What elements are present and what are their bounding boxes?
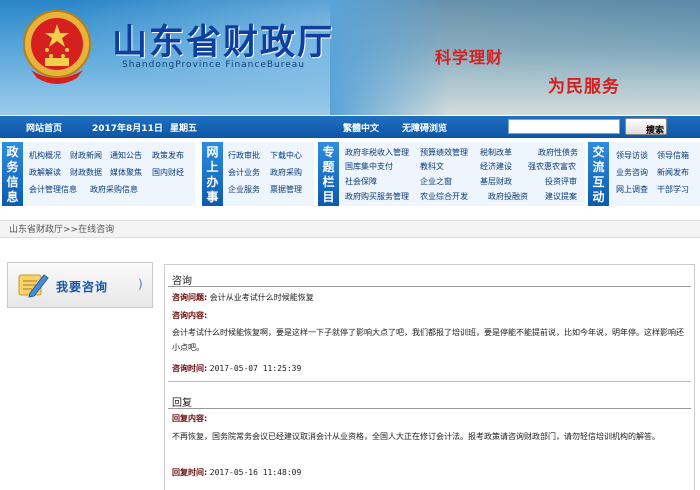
reply-time: 2017-05-16 11:48:09 (209, 468, 302, 477)
consult-pencil-icon (18, 274, 49, 298)
question-row: 咨询问题: 会计从业考试什么时候能恢复 (172, 292, 314, 303)
menu-item[interactable]: 会计管理信息 (29, 184, 77, 195)
question-text: 会计从业考试什么时候能恢复 (209, 293, 314, 302)
menu-item[interactable]: 强农惠农富农 (528, 161, 576, 172)
menu-item[interactable]: 建议提案 (545, 191, 577, 202)
gov-info-label: 政务信息 (2, 142, 23, 206)
menu-item[interactable]: 企业之窗 (420, 176, 452, 187)
search-button-label: 搜索 (646, 126, 665, 136)
menu-item[interactable]: 农业综合开发 (420, 191, 468, 202)
consult-time-row: 咨询时间: 2017-05-07 11:25:39 (172, 363, 301, 374)
menu-item[interactable]: 政解解读 (29, 167, 61, 178)
menu-item[interactable]: 财政数据 (70, 167, 102, 178)
consult-button-label: 我要咨询 (56, 280, 109, 294)
consult-content-text: 会计考试什么时候能恢复啊，要是这样一下子就停了影响大点了吧，我们都报了培训班，要… (172, 328, 684, 352)
current-date: 2017年8月11日 (92, 124, 163, 134)
menu-item[interactable]: 票据管理 (270, 184, 302, 195)
reply-content-label: 回复内容: (172, 414, 208, 423)
menu-item[interactable]: 媒体聚焦 (110, 167, 142, 178)
menu-item[interactable]: 基层财政 (480, 176, 512, 187)
menu-item[interactable]: 预算绩效管理 (420, 147, 468, 158)
menu-item[interactable]: 社会保障 (345, 176, 377, 187)
interact-label: 交流互动 (588, 142, 609, 206)
menu-item[interactable]: 行政审批 (228, 150, 260, 161)
banner-photo-fade (330, 0, 450, 115)
menu-item[interactable]: 国库集中支付 (345, 161, 393, 172)
menu-item[interactable]: 会计业务 (228, 167, 260, 178)
menu-item[interactable]: 国内财经 (152, 167, 184, 178)
reply-content-text: 不再恢复，国务院常务会议已经建议取消会计从业资格，全国人大正在修订会计法。报考政… (172, 432, 660, 441)
traditional-chinese-link[interactable]: 繁體中文 (343, 121, 379, 134)
consult-content-label: 咨询内容: (172, 311, 208, 320)
menu-item[interactable]: 教科文 (420, 161, 444, 172)
reply-content-label-row: 回复内容: (172, 413, 207, 424)
slogan-1: 科学理财 (435, 48, 504, 67)
menu-item[interactable]: 投资评审 (545, 176, 577, 187)
consult-time-label: 咨询时间: (172, 364, 208, 373)
section-divider (168, 381, 691, 382)
menu-item[interactable]: 政府性债务 (538, 147, 578, 158)
menu-item[interactable]: 机构概况 (29, 150, 61, 161)
menu-item[interactable]: 税制改革 (480, 147, 512, 158)
accessible-browse-link[interactable]: 无障碍浏览 (402, 121, 447, 134)
menu-item[interactable]: 政策发布 (152, 150, 184, 161)
section-divider (168, 408, 691, 409)
signal-icon: ) (138, 277, 143, 291)
online-service-label: 网上办事 (202, 142, 223, 206)
menu-item[interactable]: 业务咨询 (616, 167, 648, 178)
reply-time-label: 回复时间: (172, 468, 208, 477)
consult-section-title: 咨询 (172, 276, 192, 287)
top-nav-bar: 网站首页 2017年8月11日 星期五 繁體中文 无障碍浏览 ⚲ 搜索 (0, 116, 700, 138)
menu-item[interactable]: 政府购买服务管理 (345, 191, 409, 202)
menu-item[interactable]: 政府投融资 (488, 191, 528, 202)
menu-item[interactable]: 财政新闻 (70, 150, 102, 161)
slogan-2: 为民服务 (548, 77, 620, 97)
consult-content-label-row: 咨询内容: (172, 310, 207, 321)
menu-item[interactable]: 企业服务 (228, 184, 260, 195)
reply-time-row: 回复时间: 2017-05-16 11:48:09 (172, 467, 301, 478)
section-divider (168, 286, 691, 287)
current-weekday: 星期五 (170, 124, 198, 134)
breadcrumb[interactable]: 山东省财政厅>>在线咨询 (9, 222, 114, 235)
menu-item[interactable]: 干部学习 (657, 184, 689, 195)
national-emblem-icon (23, 10, 91, 84)
search-button[interactable]: ⚲ 搜索 (625, 118, 667, 136)
menu-item[interactable]: 下载中心 (270, 150, 302, 161)
reply-section-title: 回复 (172, 398, 192, 409)
site-title: 山东省财政厅 (112, 22, 335, 63)
menu-item[interactable]: 领导信箱 (657, 150, 689, 161)
menu-item[interactable]: 领导访谈 (616, 150, 648, 161)
search-input[interactable] (508, 119, 620, 134)
home-link[interactable]: 网站首页 (26, 121, 62, 134)
menu-item[interactable]: 经济建设 (480, 161, 512, 172)
menu-item[interactable]: 政府采购 (270, 167, 302, 178)
consult-button[interactable]: 我要咨询 ) (7, 262, 153, 308)
consult-time: 2017-05-07 11:25:39 (209, 364, 302, 373)
question-label: 咨询问题: (172, 293, 208, 302)
site-subtitle: ShandongProvince FinanceBureau (122, 60, 305, 70)
topics-label: 专题栏目 (318, 142, 339, 206)
menu-item[interactable]: 政府采购信息 (90, 184, 138, 195)
menu-item[interactable]: 网上调查 (616, 184, 648, 195)
site-banner: 山东省财政厅 ShandongProvince FinanceBureau 科学… (0, 0, 700, 115)
menu-item[interactable]: 新闻发布 (657, 167, 689, 178)
menu-item[interactable]: 政府非税收入管理 (345, 147, 409, 158)
menu-item[interactable]: 通知公告 (110, 150, 142, 161)
